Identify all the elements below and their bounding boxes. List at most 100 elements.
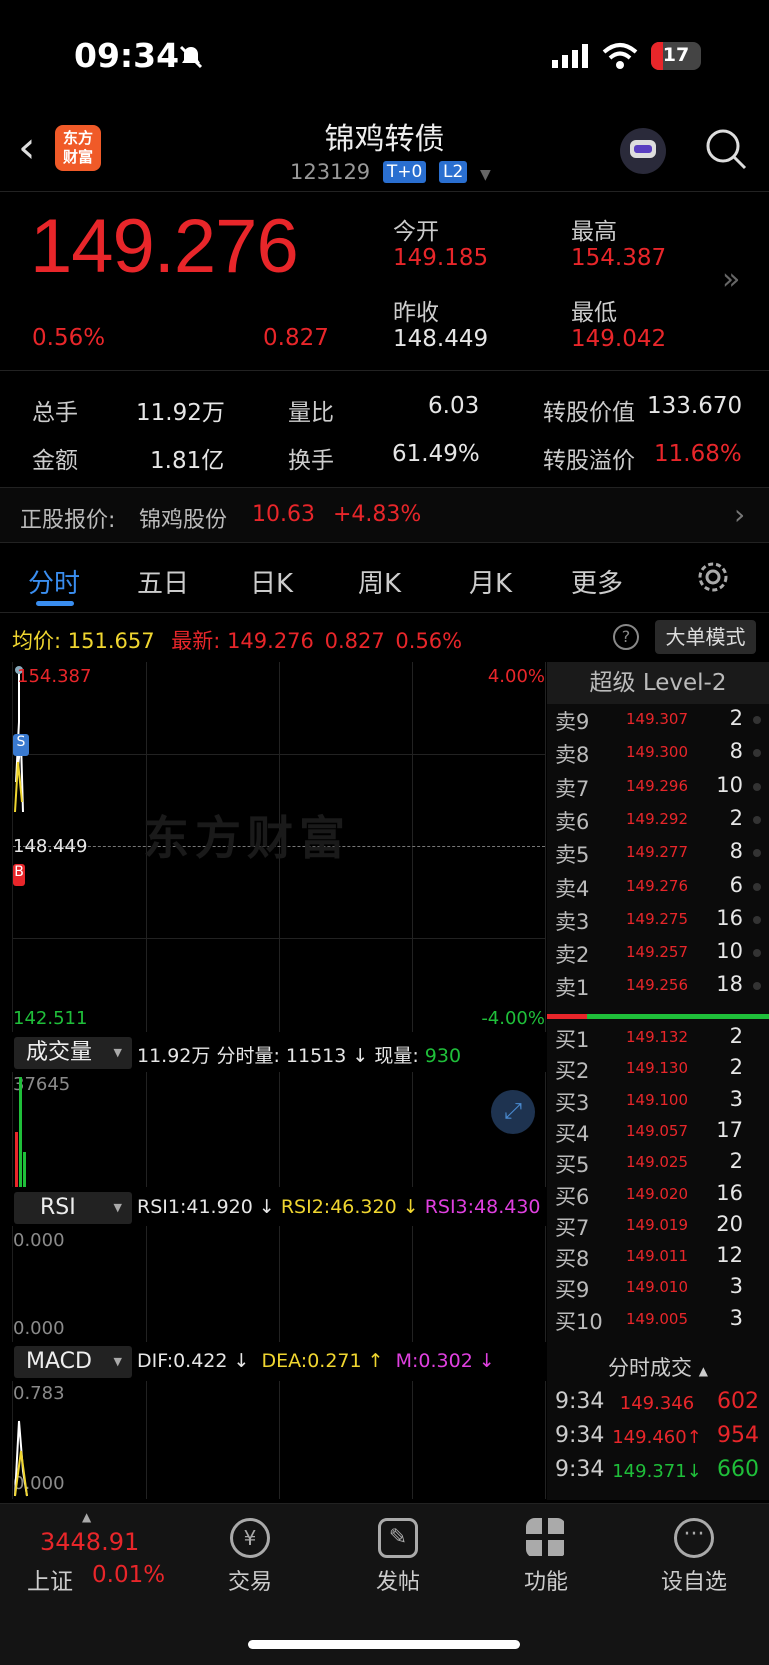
order-qty: 2 <box>729 706 743 730</box>
order-side-label: 买3 <box>555 1090 590 1115</box>
buy-marker[interactable]: B <box>13 864 25 886</box>
order-row-bid[interactable]: 买6 149.020 16 <box>547 1181 769 1214</box>
sell-marker[interactable]: S <box>13 734 29 756</box>
nav-watchlist-label: 设自选 <box>660 1570 727 1595</box>
help-icon[interactable]: ? <box>613 624 639 650</box>
order-qty: 3 <box>729 1274 743 1299</box>
tick-row: 9:34 149.460↑ 954 <box>547 1423 769 1456</box>
tab-more[interactable]: 更多 <box>571 563 623 600</box>
order-side-label: 卖9 <box>555 710 590 734</box>
order-row-ask[interactable]: 卖1 149.256 18 <box>547 972 769 1005</box>
rsi2-value: RSI2:46.320 ↓ <box>280 1196 419 1218</box>
order-book: 超级 Level-2 卖9 149.307 2 卖8 149.300 8 卖7 149.296… <box>547 662 769 1500</box>
order-row-ask[interactable]: 卖7 149.296 10 <box>547 773 769 806</box>
order-price: 149.277 <box>625 843 689 862</box>
tab-daily-k[interactable]: 日K <box>250 563 293 600</box>
gear-icon[interactable] <box>696 560 730 594</box>
order-side-label: 买1 <box>555 1028 590 1052</box>
order-row-bid[interactable]: 买4 149.057 17 <box>547 1118 769 1151</box>
order-side-label: 买10 <box>555 1309 603 1334</box>
tick-price: 149.346 <box>619 1393 695 1414</box>
order-side-label: 卖1 <box>555 976 590 1001</box>
rsi-indicator-select[interactable]: RSI ▼ <box>14 1192 132 1224</box>
chart-info-bar: 均价: 151.657 最新: 149.276 0.827 0.56% <box>12 625 462 655</box>
order-qty: 8 <box>729 739 743 764</box>
order-row-ask[interactable]: 卖5 149.277 8 <box>547 839 769 872</box>
order-row-bid[interactable]: 买10 149.005 3 <box>547 1306 769 1339</box>
turnover-label: 换手 <box>288 448 334 474</box>
order-row-bid[interactable]: 买7 149.019 20 <box>547 1212 769 1245</box>
amt-label: 金额 <box>32 448 78 474</box>
battery-icon: 17 <box>651 42 701 70</box>
tick-qty: 660 <box>717 1457 759 1482</box>
order-side-label: 卖4 <box>555 876 590 901</box>
last-label: 最新: <box>171 629 221 653</box>
order-price: 149.011 <box>625 1247 689 1266</box>
chevron-up-icon[interactable]: ▲ <box>82 1510 91 1524</box>
order-row-ask[interactable]: 卖2 149.257 10 <box>547 939 769 972</box>
ratio-label: 量比 <box>288 400 334 426</box>
search-icon[interactable] <box>704 127 748 171</box>
order-dot <box>753 915 761 924</box>
expand-chart-icon[interactable]: ⤢ <box>491 1090 535 1134</box>
big-order-mode-button[interactable]: 大单模式 <box>655 620 756 654</box>
grid-icon <box>526 1518 566 1558</box>
order-qty: 2 <box>729 1149 743 1174</box>
tab-monthly-k[interactable]: 月K <box>469 563 512 600</box>
order-qty: 6 <box>729 872 743 897</box>
order-row-bid[interactable]: 买2 149.130 2 <box>547 1055 769 1088</box>
nav-watchlist[interactable]: ··· 设自选 <box>654 1518 734 1596</box>
order-qty: 16 <box>716 1180 743 1205</box>
low-label: 最低 <box>571 300 617 326</box>
order-side-label: 卖5 <box>555 843 590 868</box>
order-price: 149.005 <box>625 1309 689 1328</box>
order-side-label: 卖7 <box>555 776 590 801</box>
premium-value: 11.68% <box>654 441 742 467</box>
macd-chart[interactable]: 0.783 0.000 <box>12 1381 546 1499</box>
turnover-value: 61.49% <box>392 441 480 467</box>
order-side-label: 卖2 <box>555 943 590 968</box>
nav-post[interactable]: ✎ 发帖 <box>358 1518 438 1596</box>
info-change: 0.827 <box>324 629 385 653</box>
order-row-ask[interactable]: 卖6 149.292 2 <box>547 806 769 839</box>
order-qty: 12 <box>716 1243 743 1268</box>
nav-function-label: 功能 <box>523 1570 568 1595</box>
signal-icon <box>552 44 588 68</box>
ticks-title[interactable]: 分时成交 ▲ <box>547 1352 769 1384</box>
order-row-bid[interactable]: 买5 149.025 2 <box>547 1149 769 1182</box>
order-row-ask[interactable]: 卖3 149.275 16 <box>547 906 769 939</box>
tab-weekly-k[interactable]: 周K <box>358 563 401 600</box>
tick-price: 149.460↑ <box>612 1427 702 1448</box>
order-price: 149.256 <box>625 976 689 995</box>
order-row-ask[interactable]: 卖9 149.307 2 <box>547 706 769 739</box>
order-qty: 18 <box>716 972 743 997</box>
order-row-bid[interactable]: 买8 149.011 12 <box>547 1243 769 1276</box>
volume-chart[interactable]: 37645 ⤢ <box>12 1072 546 1187</box>
intraday-chart[interactable]: 东方财富 154.387 4.00% 148.449 142.511 -4.00… <box>12 662 546 1032</box>
index-value[interactable]: 3448.91 <box>40 1528 139 1556</box>
security-code[interactable]: 123129 T+0 L2 ▼ <box>290 160 491 184</box>
more-icon: ··· <box>674 1518 714 1558</box>
vol-value: 11.92万 <box>136 400 225 426</box>
robot-assistant-icon[interactable] <box>620 128 666 174</box>
order-price: 149.276 <box>625 876 689 895</box>
order-dot <box>753 949 761 958</box>
nav-function[interactable]: 功能 <box>506 1518 586 1596</box>
level2-title[interactable]: 超级 Level-2 <box>547 662 769 704</box>
volume-indicator-select[interactable]: 成交量 ▼ <box>14 1037 132 1069</box>
order-row-ask[interactable]: 卖4 149.276 6 <box>547 873 769 906</box>
nav-trade[interactable]: ¥ 交易 <box>210 1518 290 1596</box>
tick-price: 149.371↓ <box>612 1461 702 1482</box>
tab-5day[interactable]: 五日 <box>137 563 189 600</box>
tick-time: 9:34 <box>555 1423 605 1448</box>
order-row-bid[interactable]: 买1 149.132 2 <box>547 1024 769 1057</box>
change-amount: 0.827 <box>263 325 329 351</box>
order-row-bid[interactable]: 买9 149.010 3 <box>547 1274 769 1307</box>
tab-intraday[interactable]: 分时 <box>28 563 80 600</box>
macd-indicator-select[interactable]: MACD ▼ <box>14 1346 132 1378</box>
expand-chevron-icon[interactable]: » <box>722 262 740 297</box>
rsi-chart[interactable]: 0.000 0.000 <box>12 1226 546 1342</box>
order-row-ask[interactable]: 卖8 149.300 8 <box>547 739 769 772</box>
order-row-bid[interactable]: 买3 149.100 3 <box>547 1087 769 1120</box>
order-side-label: 买5 <box>555 1153 590 1178</box>
